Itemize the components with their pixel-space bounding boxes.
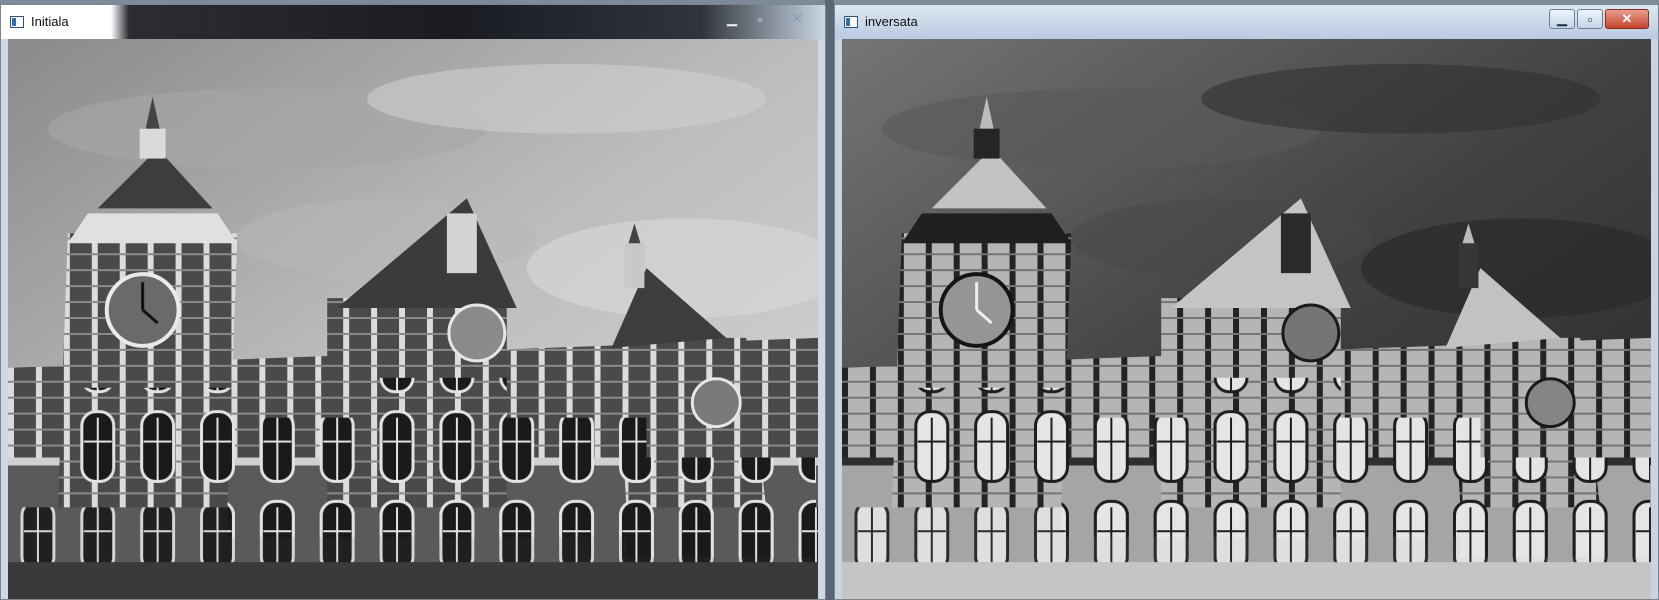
window-inversata[interactable]: inversata ▁ ▫ ✕ [834, 4, 1659, 600]
close-button[interactable]: ✕ [1605, 9, 1649, 29]
close-icon: ✕ [1621, 11, 1633, 26]
image-canvas [8, 39, 818, 599]
maximize-button[interactable]: ▫ [747, 9, 773, 29]
close-button[interactable]: ✕ [777, 9, 817, 29]
minimize-button[interactable]: ▁ [1549, 9, 1575, 29]
image-canvas [842, 39, 1651, 599]
window-title: inversata [865, 14, 918, 29]
minimize-icon: ▁ [1557, 11, 1567, 26]
minimize-icon: ▁ [727, 11, 737, 26]
maximize-button[interactable]: ▫ [1577, 9, 1603, 29]
title-bar[interactable]: inversata ▁ ▫ ✕ [835, 5, 1658, 39]
minimize-button[interactable]: ▁ [719, 9, 745, 29]
app-window-icon [10, 16, 24, 28]
grayscale-building-photo [8, 39, 818, 599]
app-window-icon [844, 16, 858, 28]
desktop-gap [825, 0, 834, 600]
inverted-building-photo [842, 39, 1651, 599]
maximize-icon: ▫ [1587, 11, 1593, 27]
window-title: Initiala [31, 14, 69, 29]
close-icon: ✕ [790, 11, 804, 28]
maximize-icon: ▫ [757, 11, 763, 27]
title-bar[interactable]: Initiala ▁ ▫ ✕ [1, 5, 825, 39]
window-initiala[interactable]: Initiala ▁ ▫ ✕ [0, 4, 826, 600]
